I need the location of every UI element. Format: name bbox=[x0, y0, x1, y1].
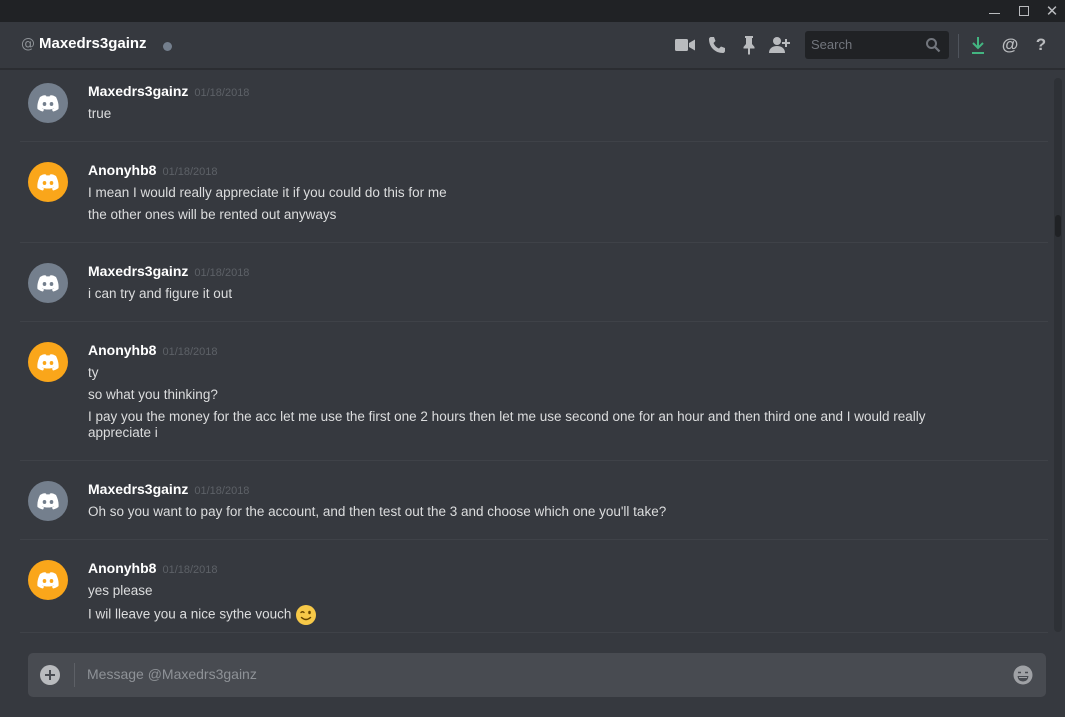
message-text: so what you thinking? bbox=[88, 387, 218, 402]
plus-icon bbox=[45, 670, 55, 680]
message-timestamp: 01/18/2018 bbox=[162, 346, 218, 358]
message-divider bbox=[20, 632, 1048, 633]
message-divider bbox=[20, 321, 1048, 322]
message-text: true bbox=[88, 106, 112, 121]
message-author[interactable]: Maxedrs3gainz 01/18/2018 bbox=[88, 263, 249, 279]
discord-logo-icon bbox=[37, 493, 59, 510]
voice-call-button[interactable] bbox=[705, 33, 729, 57]
message-author[interactable]: Anonyhb8 01/18/2018 bbox=[88, 162, 218, 178]
message-text-with-emoji: I wil lleave you a nice sythe vouch bbox=[88, 604, 317, 626]
message-text: yes please bbox=[88, 583, 153, 598]
search-icon bbox=[926, 38, 941, 53]
message-text: appreciate i bbox=[88, 425, 158, 440]
avatar[interactable] bbox=[28, 481, 68, 521]
message-timestamp: 01/18/2018 bbox=[194, 267, 250, 279]
message-text: i can try and figure it out bbox=[88, 286, 233, 301]
message-group: Anonyhb8 01/18/2018 I mean I would really… bbox=[20, 162, 1048, 242]
message-divider bbox=[20, 460, 1048, 461]
at-symbol: @ bbox=[21, 36, 35, 52]
close-button[interactable]: ✕ bbox=[1036, 0, 1065, 22]
add-friend-button[interactable] bbox=[768, 33, 792, 57]
maximize-icon bbox=[1019, 6, 1029, 16]
avatar[interactable] bbox=[28, 342, 68, 382]
message-author[interactable]: Anonyhb8 01/18/2018 bbox=[88, 560, 218, 576]
message-group: Anonyhb8 01/18/2018 ty so what you thinki… bbox=[20, 342, 1048, 457]
search-input[interactable]: Search bbox=[805, 31, 949, 59]
message-text: I pay you the money for the acc let me u… bbox=[88, 409, 926, 424]
dm-username[interactable]: Maxedrs3gainz bbox=[39, 35, 147, 52]
discord-logo-icon bbox=[37, 354, 59, 371]
message-timestamp: 01/18/2018 bbox=[162, 564, 218, 576]
message-timestamp: 01/18/2018 bbox=[194, 485, 250, 497]
message-text: I mean I would really appreciate it if y… bbox=[88, 185, 447, 200]
avatar[interactable] bbox=[28, 162, 68, 202]
message-timestamp: 01/18/2018 bbox=[162, 166, 218, 178]
message-author[interactable]: Anonyhb8 01/18/2018 bbox=[88, 342, 218, 358]
message-timestamp: 01/18/2018 bbox=[194, 87, 250, 99]
download-button[interactable] bbox=[966, 33, 990, 57]
discord-logo-icon bbox=[37, 275, 59, 292]
search-placeholder: Search bbox=[811, 37, 853, 52]
status-indicator bbox=[163, 42, 172, 51]
message-group: Anonyhb8 01/18/2018 yes please I wil llea… bbox=[20, 560, 1048, 630]
close-icon: ✕ bbox=[1045, 1, 1059, 20]
avatar[interactable] bbox=[28, 263, 68, 303]
pinned-messages-button[interactable] bbox=[737, 33, 761, 57]
scrollbar-track[interactable] bbox=[1054, 78, 1062, 632]
video-call-icon bbox=[675, 39, 695, 51]
message-group: Maxedrs3gainz 01/18/2018 true bbox=[20, 83, 1048, 143]
upload-button[interactable] bbox=[40, 665, 60, 685]
add-friend-icon bbox=[769, 37, 790, 53]
download-icon bbox=[972, 37, 984, 54]
avatar[interactable] bbox=[28, 560, 68, 600]
pin-icon bbox=[743, 36, 755, 55]
message-text: Oh so you want to pay for the account, a… bbox=[88, 504, 667, 519]
help-button[interactable]: ? bbox=[1029, 33, 1053, 57]
message-author[interactable]: Maxedrs3gainz 01/18/2018 bbox=[88, 481, 249, 497]
channel-header: @ Maxedrs3gainz Search @ ? bbox=[0, 22, 1065, 69]
mentions-button[interactable]: @ bbox=[998, 33, 1022, 57]
mentions-icon: @ bbox=[1001, 35, 1019, 54]
composer-divider bbox=[74, 663, 75, 687]
message-divider bbox=[20, 242, 1048, 243]
message-text: ty bbox=[88, 365, 99, 380]
emoji-picker-icon[interactable] bbox=[1012, 664, 1034, 686]
message-text: I wil lleave you a nice sythe vouch bbox=[88, 606, 292, 622]
message-composer[interactable]: Message @Maxedrs3gainz bbox=[28, 653, 1046, 697]
message-author[interactable]: Maxedrs3gainz 01/18/2018 bbox=[88, 83, 249, 99]
minimize-icon bbox=[988, 12, 1000, 14]
scrollbar-thumb[interactable] bbox=[1055, 215, 1061, 237]
message-text: the other ones will be rented out anyway… bbox=[88, 207, 337, 222]
window-titlebar: ✕ bbox=[0, 0, 1065, 22]
message-divider bbox=[20, 539, 1048, 540]
discord-logo-icon bbox=[37, 95, 59, 112]
message-input[interactable]: Message @Maxedrs3gainz bbox=[87, 666, 257, 682]
video-call-button[interactable] bbox=[673, 33, 697, 57]
discord-logo-icon bbox=[37, 572, 59, 589]
voice-call-icon bbox=[709, 37, 725, 53]
winking-face-emoji-icon[interactable] bbox=[295, 604, 317, 626]
avatar[interactable] bbox=[28, 83, 68, 123]
message-group: Maxedrs3gainz 01/18/2018 Oh so you want t… bbox=[20, 481, 1048, 541]
message-group: Maxedrs3gainz 01/18/2018 i can try and fi… bbox=[20, 263, 1048, 323]
minimize-button[interactable] bbox=[978, 0, 1010, 22]
message-list: Maxedrs3gainz 01/18/2018 true Anonyhb8 01/… bbox=[0, 70, 1056, 635]
header-divider bbox=[958, 34, 959, 58]
message-divider bbox=[20, 141, 1048, 142]
discord-logo-icon bbox=[37, 174, 59, 191]
help-icon: ? bbox=[1035, 35, 1047, 54]
